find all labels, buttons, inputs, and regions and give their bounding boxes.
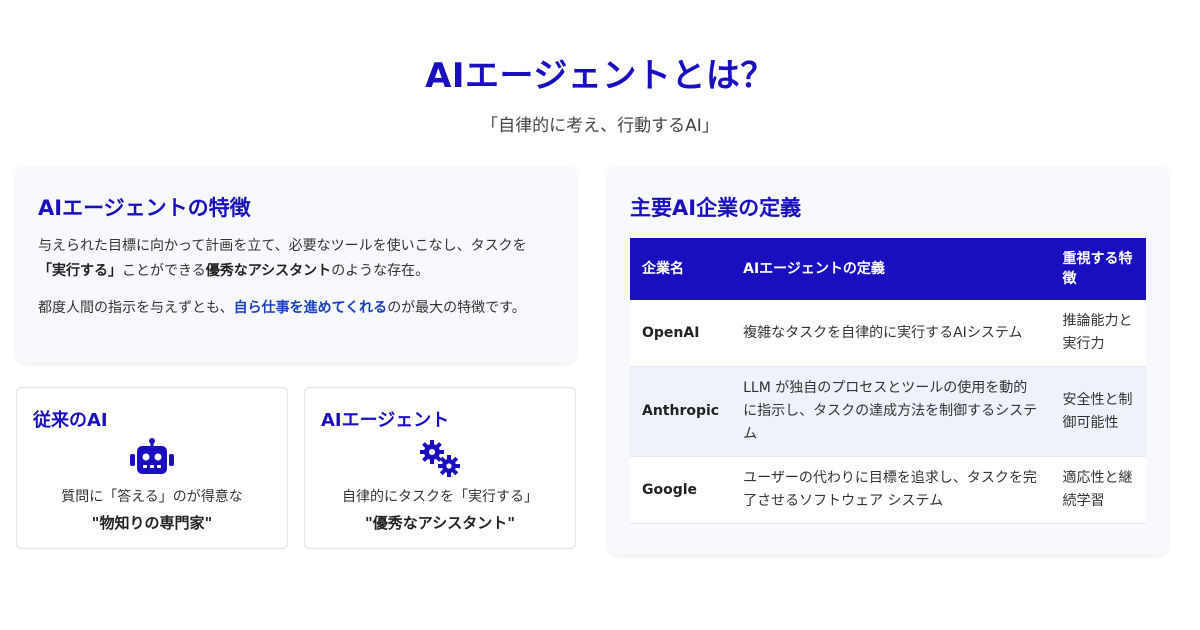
traditional-ai-desc: 質問に「答える」のが得意な	[61, 489, 243, 505]
features-paragraph-1: 与えられた目標に向かって計画を立て、必要なツールを使いこなし、タスクを「実行する…	[38, 234, 552, 284]
page-header: AIエージェントとは？ 「自律的に考え、行動するAI」	[0, 48, 1200, 136]
company-definition: ユーザーの代わりに目標を追求し、タスクを完了させるソフトウェア システム	[731, 456, 1051, 524]
ai-agent-desc: 自律的にタスクを「実行する」	[342, 489, 538, 505]
ai-agent-emphasis: "優秀なアシスタント"	[364, 514, 516, 532]
definitions-card: 主要AI企業の定義 企業名 AIエージェントの定義 重視する特徴 OpenAI …	[608, 166, 1168, 554]
table-row: Google ユーザーの代わりに目標を追求し、タスクを完了させるソフトウェア シ…	[630, 456, 1146, 524]
features-text: のが最大の特徴です。	[387, 300, 526, 316]
features-title: AIエージェントの特徴	[38, 196, 251, 220]
features-card: AIエージェントの特徴 与えられた目標に向かって計画を立て、必要なツールを使いこ…	[16, 166, 576, 362]
company-name: Google	[630, 456, 732, 524]
features-strong-execute: 「実行する」	[38, 263, 122, 279]
header-company: 企業名	[642, 261, 684, 277]
definitions-title: 主要AI企業の定義	[630, 196, 802, 220]
company-definition: LLM が独自のプロセスとツールの使用を動的に指示し、タスクの達成方法を制御する…	[731, 366, 1051, 457]
features-highlight: 自ら仕事を進めてくれる	[233, 300, 388, 316]
table-row: OpenAI 複雑なタスクを自律的に実行するAIシステム 推論能力と実行力	[630, 300, 1146, 367]
definitions-table: 企業名 AIエージェントの定義 重視する特徴 OpenAI 複雑なタスクを自律的…	[630, 238, 1146, 524]
company-name: OpenAI	[630, 300, 732, 367]
features-text: 都度人間の指示を与えずとも、	[38, 300, 234, 316]
robot-icon	[33, 438, 271, 478]
gears-icon	[321, 438, 559, 478]
traditional-ai-card: 従来のAI 質問に「答える」のが得意な "物知りの専門家"	[16, 387, 288, 549]
page-title: AIエージェントとは？	[425, 56, 775, 96]
company-focus: 安全性と制御可能性	[1050, 366, 1146, 457]
page-subtitle: 「自律的に考え、行動するAI」	[481, 116, 719, 136]
ai-agent-card: AIエージェント 自律的にタスクを「実行する」 "優秀なアシスタント"	[304, 387, 576, 549]
table-header-row: 企業名 AIエージェントの定義 重視する特徴	[630, 238, 1146, 300]
features-text: 与えられた目標に向かって計画を立て、必要なツールを使いこなし、タスクを	[38, 238, 527, 254]
features-strong-assistant: 優秀なアシスタント	[205, 263, 332, 279]
company-focus: 推論能力と実行力	[1050, 300, 1146, 367]
header-focus: 重視する特徴	[1062, 251, 1133, 287]
company-name: Anthropic	[630, 366, 732, 457]
ai-agent-title: AIエージェント	[321, 410, 450, 431]
features-text: ことができる	[122, 263, 206, 279]
features-text: のような存在。	[331, 263, 430, 279]
traditional-ai-emphasis: "物知りの専門家"	[91, 514, 213, 532]
company-definition: 複雑なタスクを自律的に実行するAIシステム	[731, 300, 1051, 367]
table-row: Anthropic LLM が独自のプロセスとツールの使用を動的に指示し、タスク…	[630, 366, 1146, 457]
traditional-ai-title: 従来のAI	[33, 410, 108, 431]
features-paragraph-2: 都度人間の指示を与えずとも、自ら仕事を進めてくれるのが最大の特徴です。	[38, 296, 552, 321]
header-definition: AIエージェントの定義	[743, 261, 885, 277]
company-focus: 適応性と継続学習	[1050, 456, 1146, 524]
